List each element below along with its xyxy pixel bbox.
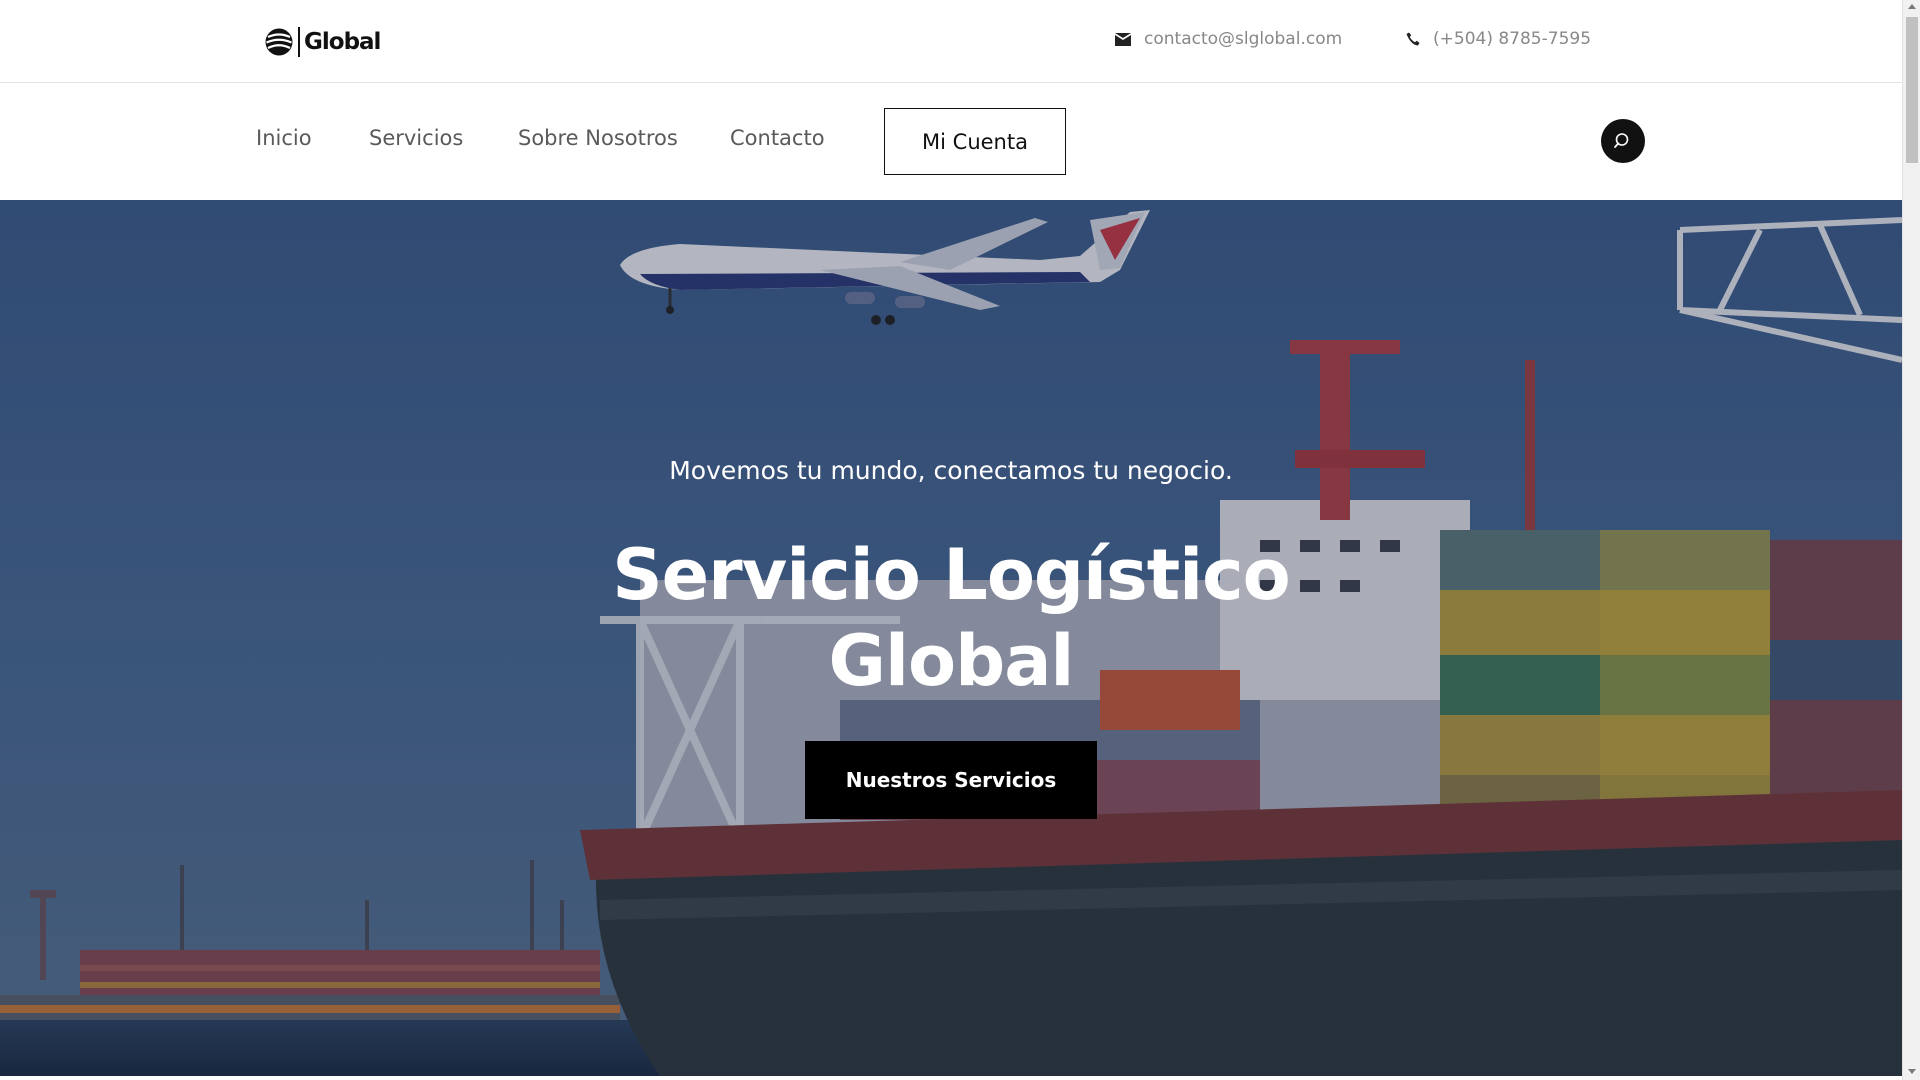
logo[interactable]: Global — [264, 26, 381, 58]
contact-email[interactable]: contacto@slglobal.com — [1115, 29, 1342, 49]
contact-phone[interactable]: (+504) 8785-7595 — [1406, 29, 1591, 49]
hero-title-line-1: Servicio Logístico — [612, 534, 1291, 616]
hero-title-line-2: Global — [828, 620, 1075, 702]
globe-logo-icon — [265, 28, 293, 56]
scrollbar-thumb[interactable] — [1906, 17, 1918, 163]
hero-tagline: Movemos tu mundo, conectamos tu negocio. — [669, 456, 1233, 485]
main-nav: Inicio Servicios Sobre Nosotros Contacto… — [0, 84, 1902, 200]
hero-title: Servicio Logístico Global — [0, 532, 1902, 704]
scroll-up-arrow-icon[interactable] — [1908, 4, 1916, 9]
nav-item-contacto[interactable]: Contacto — [730, 126, 825, 150]
our-services-button[interactable]: Nuestros Servicios — [805, 741, 1097, 819]
logo-divider — [298, 27, 300, 57]
hero-banner: Movemos tu mundo, conectamos tu negocio.… — [0, 200, 1902, 1076]
nav-item-sobre-nosotros[interactable]: Sobre Nosotros — [518, 126, 678, 150]
logo-text: Global — [304, 29, 381, 55]
envelope-icon — [1115, 32, 1131, 46]
my-account-button[interactable]: Mi Cuenta — [884, 108, 1066, 175]
phone-icon — [1406, 32, 1420, 46]
vertical-scrollbar[interactable] — [1902, 0, 1920, 1080]
page: Global contacto@slglobal.com (+504) 8785… — [0, 0, 1920, 1080]
search-button[interactable] — [1601, 119, 1645, 163]
search-icon — [1614, 133, 1629, 148]
top-bar: Global contacto@slglobal.com (+504) 8785… — [0, 0, 1902, 83]
hero-content: Movemos tu mundo, conectamos tu negocio.… — [0, 200, 1902, 1076]
phone-text: (+504) 8785-7595 — [1433, 29, 1592, 49]
nav-item-inicio[interactable]: Inicio — [256, 126, 312, 150]
scroll-down-arrow-icon[interactable] — [1908, 1069, 1916, 1074]
nav-item-servicios[interactable]: Servicios — [369, 126, 463, 150]
email-text: contacto@slglobal.com — [1144, 29, 1343, 49]
